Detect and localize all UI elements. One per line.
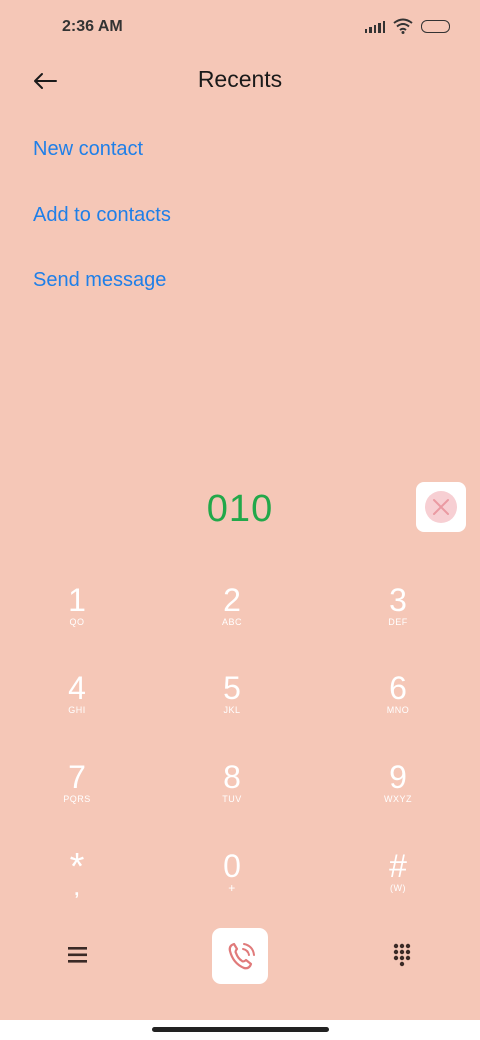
dialpad-icon <box>393 943 411 967</box>
key-letters: GHI <box>68 705 86 715</box>
signal-icon <box>364 19 385 33</box>
key-digit: 9 <box>389 759 407 795</box>
key-1[interactable]: 1 QO <box>17 584 137 654</box>
delete-button[interactable] <box>416 482 466 532</box>
key-letters: (W) <box>390 883 406 893</box>
screen: 2:36 AM Recents New contact Add to conta… <box>0 0 480 1040</box>
key-digit: 6 <box>389 670 407 706</box>
call-button[interactable] <box>212 928 268 984</box>
key-6[interactable]: 6 MNO <box>338 672 458 742</box>
key-letters: , <box>74 879 80 899</box>
key-digit: 7 <box>68 759 86 795</box>
key-0[interactable]: 0 + <box>172 850 292 920</box>
close-circle-icon <box>425 491 457 523</box>
key-digit: 0 <box>223 848 241 884</box>
key-digit: * <box>69 846 85 888</box>
key-letters: MNO <box>386 705 410 715</box>
key-4[interactable]: 4 GHI <box>17 672 137 742</box>
key-letters: TUV <box>222 794 242 804</box>
status-time: 2:36 AM <box>62 18 123 35</box>
key-letters: JKL <box>223 705 241 715</box>
key-3[interactable]: 3 DEF <box>338 584 458 654</box>
battery-icon <box>421 19 450 33</box>
key-letters: QO <box>69 617 85 627</box>
key-letters: + <box>228 881 236 895</box>
menu-button[interactable] <box>64 942 92 968</box>
key-digit: # <box>389 848 407 884</box>
dialer-app: 2:36 AM Recents New contact Add to conta… <box>0 0 480 1020</box>
key-5[interactable]: 5 JKL <box>172 672 292 742</box>
dialed-number: 010 <box>206 488 274 530</box>
key-letters: WXYZ <box>384 794 412 804</box>
new-contact-link[interactable]: New contact <box>33 138 143 161</box>
key-digit: 3 <box>389 582 407 618</box>
key-8[interactable]: 8 TUV <box>172 761 292 831</box>
status-icons <box>364 18 450 34</box>
wifi-icon <box>393 18 413 34</box>
home-indicator[interactable] <box>152 1027 329 1032</box>
key-digit: 1 <box>68 582 86 618</box>
key-star[interactable]: * , <box>17 846 137 922</box>
key-2[interactable]: 2 ABC <box>172 584 292 654</box>
page-title: Recents <box>197 66 283 92</box>
key-7[interactable]: 7 PQRS <box>17 761 137 831</box>
key-9[interactable]: 9 WXYZ <box>338 761 458 831</box>
send-message-link[interactable]: Send message <box>33 269 166 292</box>
add-to-contacts-link[interactable]: Add to contacts <box>33 204 171 227</box>
dialpad-button[interactable] <box>388 941 416 969</box>
key-digit: 4 <box>68 670 86 706</box>
phone-icon <box>228 942 255 970</box>
menu-icon <box>68 947 87 963</box>
key-hash[interactable]: # (W) <box>338 850 458 920</box>
key-letters: DEF <box>388 617 408 627</box>
key-letters: PQRS <box>63 794 91 804</box>
key-digit: 5 <box>223 670 241 706</box>
key-letters: ABC <box>221 617 242 627</box>
key-digit: 8 <box>223 759 241 795</box>
key-digit: 2 <box>223 582 241 618</box>
